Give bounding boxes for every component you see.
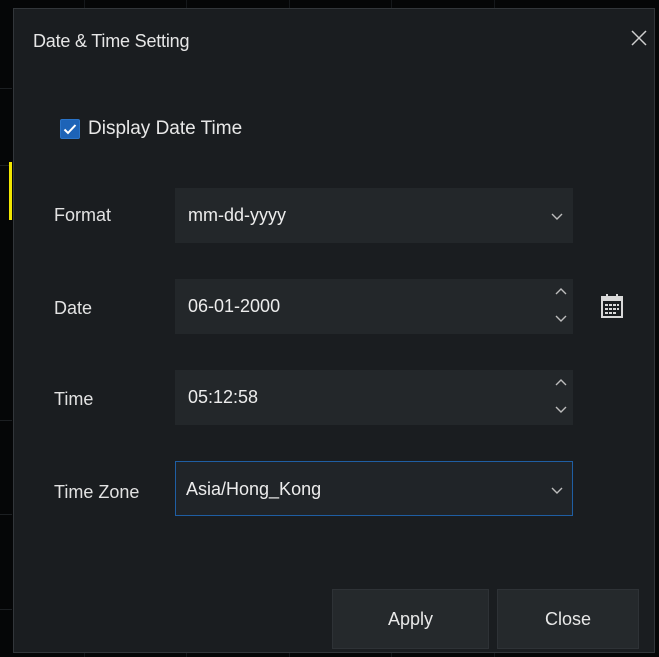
timezone-label: Time Zone — [54, 482, 140, 502]
dialog-title: Date & Time Setting — [33, 31, 190, 51]
chevron-down-icon[interactable] — [554, 313, 568, 323]
time-field[interactable]: 05:12:58 — [175, 370, 573, 425]
date-value: 06-01-2000 — [188, 296, 281, 316]
checkmark-icon — [63, 124, 77, 135]
display-date-time-toggle[interactable]: Display Date Time — [60, 117, 242, 141]
chevron-down-icon — [551, 213, 563, 220]
date-field[interactable]: 06-01-2000 — [175, 279, 573, 334]
chevron-down-icon — [551, 487, 563, 494]
time-label: Time — [54, 389, 94, 409]
chevron-up-icon[interactable] — [554, 378, 568, 388]
close-icon[interactable] — [628, 27, 650, 49]
calendar-icon[interactable] — [598, 291, 626, 321]
chevron-up-icon[interactable] — [554, 287, 568, 297]
format-select[interactable]: mm-dd-yyyy — [175, 188, 573, 243]
channel-marker — [9, 162, 12, 220]
date-time-dialog: Date & Time Setting Display Date Time Fo… — [13, 8, 655, 653]
timezone-value: Asia/Hong_Kong — [186, 479, 322, 499]
date-label: Date — [54, 298, 93, 318]
chevron-down-icon[interactable] — [554, 404, 568, 414]
display-date-time-checkbox[interactable] — [60, 119, 80, 139]
display-date-time-label: Display Date Time — [88, 118, 243, 139]
format-value: mm-dd-yyyy — [188, 205, 286, 225]
timezone-select[interactable]: Asia/Hong_Kong — [175, 461, 573, 516]
close-button[interactable]: Close — [497, 589, 639, 649]
apply-button[interactable]: Apply — [332, 589, 489, 649]
format-label: Format — [54, 205, 112, 225]
time-value: 05:12:58 — [188, 387, 259, 407]
